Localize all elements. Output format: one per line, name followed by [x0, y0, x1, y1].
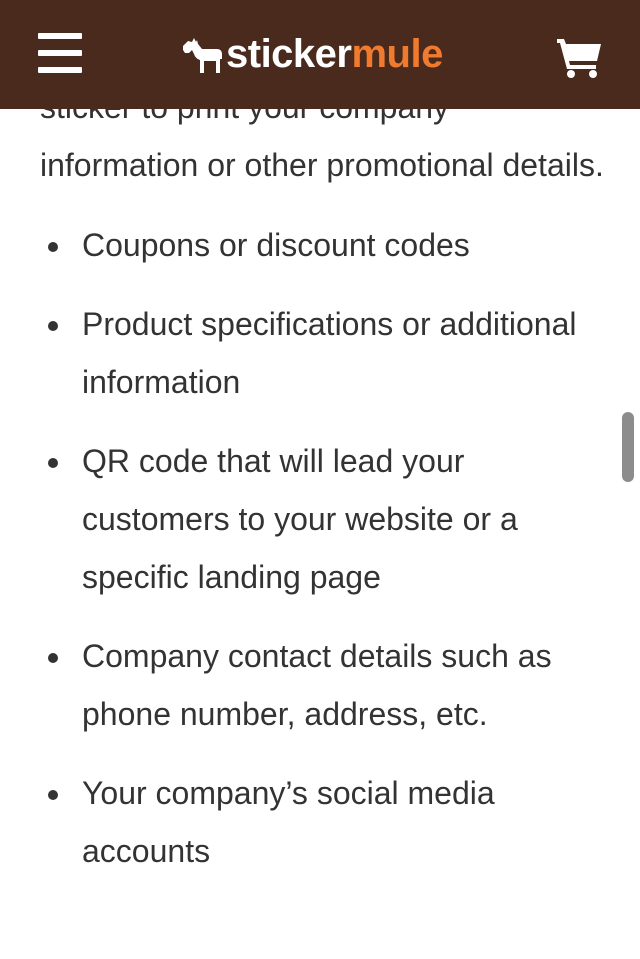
bullet-icon: [48, 242, 58, 252]
list-item: Product specifications or additional inf…: [40, 295, 610, 411]
intro-text: information or other promotional details…: [40, 147, 604, 183]
bullet-icon: [48, 790, 58, 800]
logo-link[interactable]: sticker mule: [180, 26, 443, 82]
logo-text-mule: mule: [351, 31, 443, 76]
page: stickermule sticker to print your compan…: [0, 0, 640, 959]
list-item: Company contact details such as phone nu…: [40, 627, 610, 743]
hamburger-menu-icon[interactable]: [38, 33, 82, 73]
shopping-cart-icon[interactable]: [555, 36, 605, 78]
logo-text-sticker: sticker: [226, 31, 352, 76]
bullet-icon: [48, 653, 58, 663]
scrollbar-thumb[interactable]: [622, 412, 634, 482]
list-item-text: Company contact details such as phone nu…: [82, 638, 552, 732]
list-item: Your company’s social media accounts: [40, 764, 610, 880]
list-item: Coupons or discount codes: [40, 216, 610, 274]
menu-bar-top: [38, 33, 82, 39]
bullet-icon: [48, 458, 58, 468]
menu-bar-bottom: [38, 67, 82, 73]
feature-list: Coupons or discount codes Product specif…: [40, 216, 610, 880]
article-content: sticker to print your companyinformation…: [40, 78, 610, 901]
list-item-text: Coupons or discount codes: [82, 227, 470, 263]
list-item: QR code that will lead your customers to…: [40, 432, 610, 606]
list-item-text: Your company’s social media accounts: [82, 775, 495, 869]
list-item-text: QR code that will lead your customers to…: [82, 443, 518, 595]
menu-bar-middle: [38, 50, 82, 56]
site-header: sticker mule: [0, 0, 640, 109]
list-item-text: Product specifications or additional inf…: [82, 306, 577, 400]
mule-logo-icon: [183, 38, 222, 73]
bullet-icon: [48, 321, 58, 331]
cart-glyph: [557, 39, 601, 78]
